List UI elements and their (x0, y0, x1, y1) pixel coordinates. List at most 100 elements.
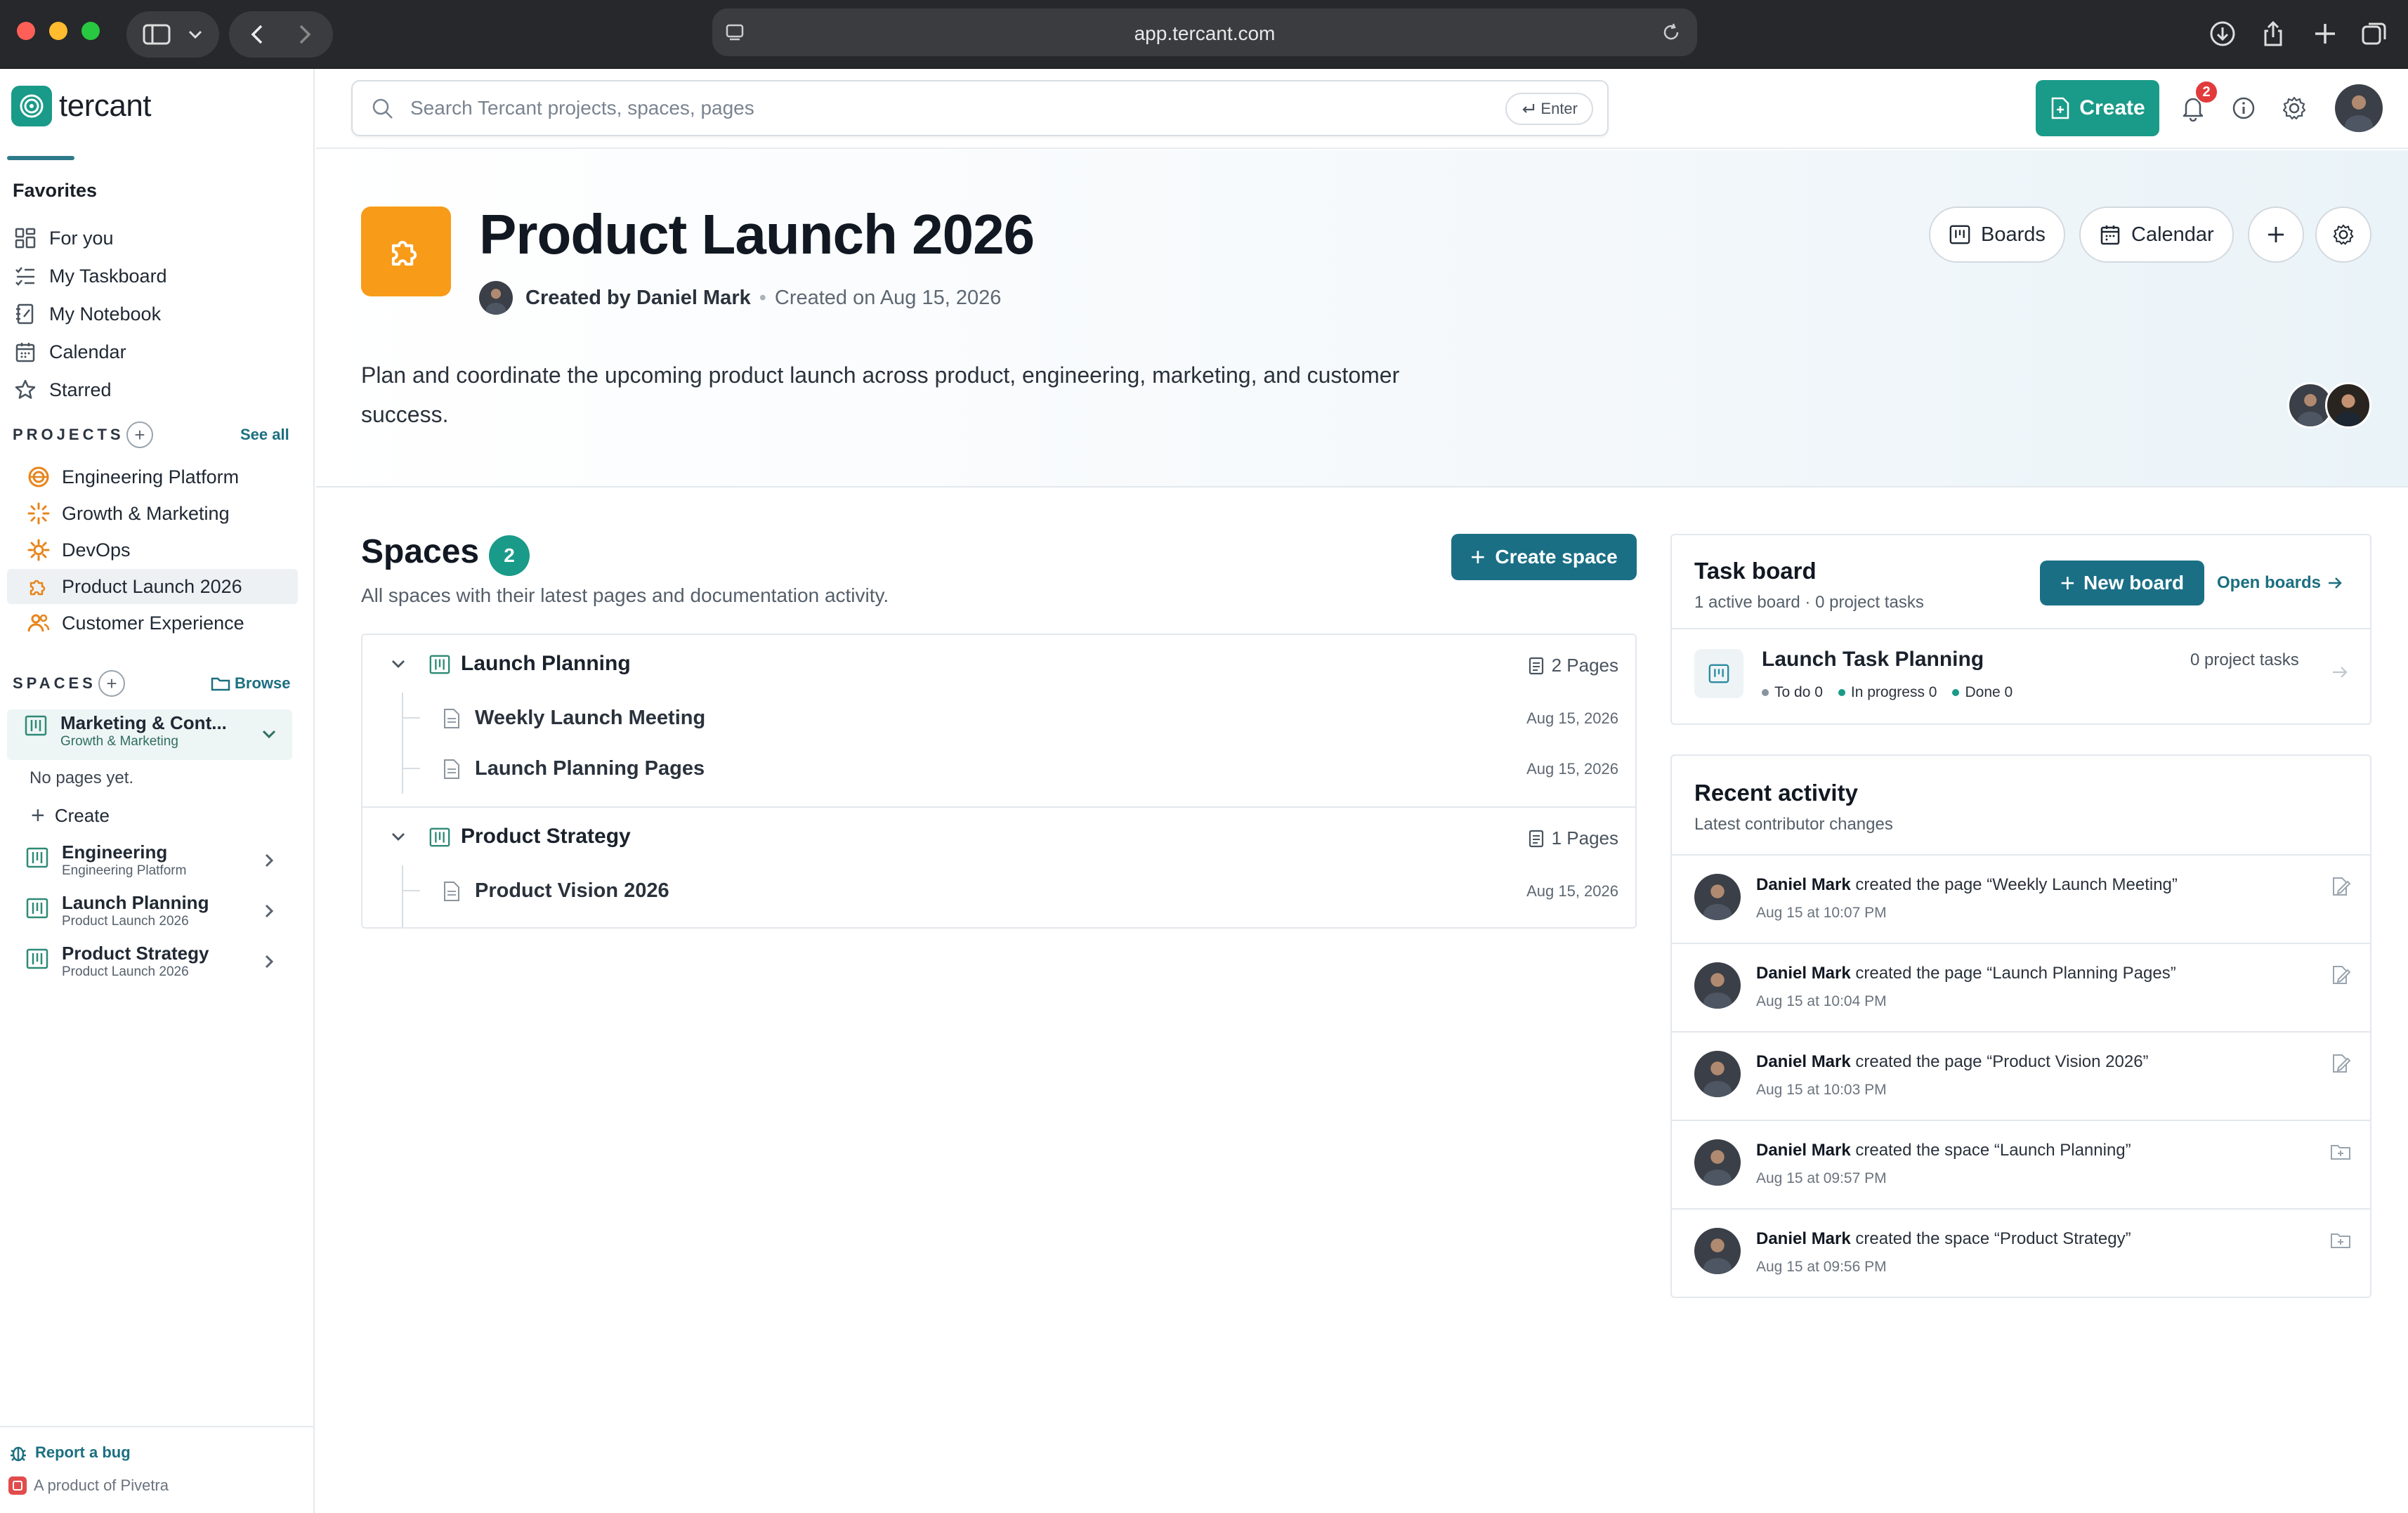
sidebar-item-my-taskboard[interactable]: My Taskboard (13, 258, 167, 294)
new-document-icon (2052, 97, 2069, 119)
create-page-button[interactable]: + Create (31, 802, 110, 830)
tab-overview-icon[interactable] (2360, 20, 2388, 48)
address-bar[interactable]: app.tercant.com (712, 8, 1697, 56)
add-project-button[interactable]: + (126, 421, 153, 448)
activity-item[interactable]: Daniel Mark created the page “Weekly Lau… (1672, 854, 2370, 943)
board-icon (429, 655, 450, 674)
url-text: app.tercant.com (1134, 22, 1276, 44)
activity-action: created the page “Launch Planning Pages” (1850, 964, 2176, 983)
minimize-window-button[interactable] (49, 22, 67, 40)
sidebar: tercant Favorites For you My Taskboard M… (0, 69, 315, 1513)
project-item-customer-experience[interactable]: Customer Experience (7, 605, 298, 641)
activity-item[interactable]: Daniel Mark created the space “Launch Pl… (1672, 1120, 2370, 1208)
open-boards-link[interactable]: Open boards (2217, 573, 2343, 593)
page-icon (444, 882, 459, 901)
add-button[interactable] (2248, 207, 2304, 263)
notebook-icon (13, 301, 38, 327)
new-tab-icon[interactable] (2311, 20, 2339, 48)
project-item-engineering-platform[interactable]: Engineering Platform (7, 459, 298, 494)
report-bug-link[interactable]: Report a bug (8, 1443, 131, 1462)
board-row-launch-task-planning[interactable]: Launch Task Planning To do 0 In progress… (1672, 628, 2370, 725)
back-arrow-icon[interactable] (250, 24, 264, 45)
space-item-product-strategy[interactable]: Product Strategy Product Launch 2026 (7, 943, 292, 989)
page-row[interactable]: Product Vision 2026 Aug 15, 2026 (402, 865, 1635, 916)
arrow-right-icon[interactable] (2331, 664, 2349, 680)
add-space-button[interactable]: + (98, 670, 125, 697)
chevron-down-icon[interactable] (389, 655, 407, 673)
search-input[interactable] (410, 93, 1464, 124)
user-avatar[interactable] (2335, 84, 2383, 132)
browse-label: Browse (235, 674, 291, 692)
calendar-button[interactable]: Calendar (2079, 207, 2234, 263)
create-space-button[interactable]: + Create space (1451, 534, 1637, 580)
close-window-button[interactable] (17, 22, 35, 40)
sidebar-item-calendar[interactable]: Calendar (13, 334, 126, 369)
search-icon (372, 98, 393, 119)
share-icon[interactable] (2259, 20, 2287, 48)
back-forward-buttons[interactable] (229, 11, 333, 58)
forward-arrow-icon[interactable] (298, 24, 312, 45)
pages-icon (1529, 657, 1543, 674)
chevron-right-icon[interactable] (260, 902, 278, 920)
boards-button[interactable]: Boards (1929, 207, 2065, 263)
space-title: Engineering (62, 841, 168, 863)
browse-spaces-link[interactable]: Browse (211, 674, 290, 693)
board-icon (25, 715, 47, 736)
product-of-label: A product of Pivetra (34, 1476, 169, 1494)
favorites-heading: Favorites (13, 180, 98, 201)
spaces-count-badge: 2 (489, 535, 530, 576)
activity-action: created the space “Product Strategy” (1850, 1229, 2131, 1248)
plus-icon: + (2060, 568, 2075, 597)
info-button[interactable] (2228, 93, 2259, 124)
settings-button[interactable] (2279, 93, 2310, 124)
page-row[interactable]: Launch Planning Pages Aug 15, 2026 (402, 743, 1635, 794)
reload-icon[interactable] (1661, 22, 1682, 43)
project-settings-button[interactable] (2315, 207, 2371, 263)
page-icon (444, 709, 459, 728)
sidebar-item-label: Calendar (49, 341, 126, 362)
new-board-button[interactable]: + New board (2040, 561, 2204, 605)
create-button[interactable]: Create (2036, 80, 2159, 136)
project-item-devops[interactable]: DevOps (7, 532, 298, 568)
page-name: Product Vision 2026 (475, 879, 669, 902)
board-stats: To do 0 In progress 0 Done 0 (1762, 684, 2028, 701)
project-item-growth-marketing[interactable]: Growth & Marketing (7, 496, 298, 531)
page-row[interactable]: Weekly Launch Meeting Aug 15, 2026 (402, 693, 1635, 743)
project-label: Customer Experience (62, 612, 244, 634)
activity-item[interactable]: Daniel Mark created the page “Launch Pla… (1672, 943, 2370, 1031)
space-title: Product Strategy (62, 943, 209, 964)
search-box[interactable]: Enter (351, 80, 1609, 136)
project-members[interactable] (2287, 382, 2371, 428)
space-item-engineering[interactable]: Engineering Engineering Platform (7, 841, 292, 888)
sidebar-toggle-button[interactable] (126, 11, 219, 58)
activity-user: Daniel Mark (1756, 875, 1851, 894)
sidebar-item-my-notebook[interactable]: My Notebook (13, 296, 161, 332)
see-all-projects-link[interactable]: See all (240, 426, 289, 444)
app-logo[interactable]: tercant (11, 86, 152, 126)
chevron-right-icon[interactable] (260, 851, 278, 870)
activity-item[interactable]: Daniel Mark created the space “Product S… (1672, 1208, 2370, 1297)
activity-item[interactable]: Daniel Mark created the page “Product Vi… (1672, 1031, 2370, 1120)
space-item-marketing-content[interactable]: Marketing & Cont... Growth & Marketing (7, 709, 292, 760)
chevron-down-icon[interactable] (389, 827, 407, 846)
calendar-label: Calendar (2131, 223, 2214, 246)
user-avatar (1694, 1051, 1741, 1097)
sidebar-item-starred[interactable]: Starred (13, 372, 112, 407)
board-icon (1694, 649, 1743, 698)
zoom-window-button[interactable] (81, 22, 100, 40)
project-item-product-launch-2026[interactable]: Product Launch 2026 (7, 569, 298, 604)
projects-label: PROJECTS (13, 426, 124, 443)
downloads-icon[interactable] (2209, 20, 2237, 48)
chevron-down-icon (188, 30, 202, 39)
space-item-launch-planning[interactable]: Launch Planning Product Launch 2026 (7, 892, 292, 938)
info-icon (2232, 97, 2255, 119)
space-group-product-strategy[interactable]: Product Strategy 1 Pages (362, 808, 1635, 865)
page-date: Aug 15, 2026 (1526, 882, 1618, 900)
activity-text: Daniel Mark created the page “Product Vi… (1756, 1052, 2149, 1072)
plus-icon: + (134, 424, 145, 445)
sidebar-item-for-you[interactable]: For you (13, 221, 114, 256)
space-group-launch-planning[interactable]: Launch Planning 2 Pages (362, 635, 1635, 693)
chevron-right-icon[interactable] (260, 952, 278, 971)
gear-icon (27, 539, 50, 561)
chevron-down-icon[interactable] (260, 725, 278, 743)
